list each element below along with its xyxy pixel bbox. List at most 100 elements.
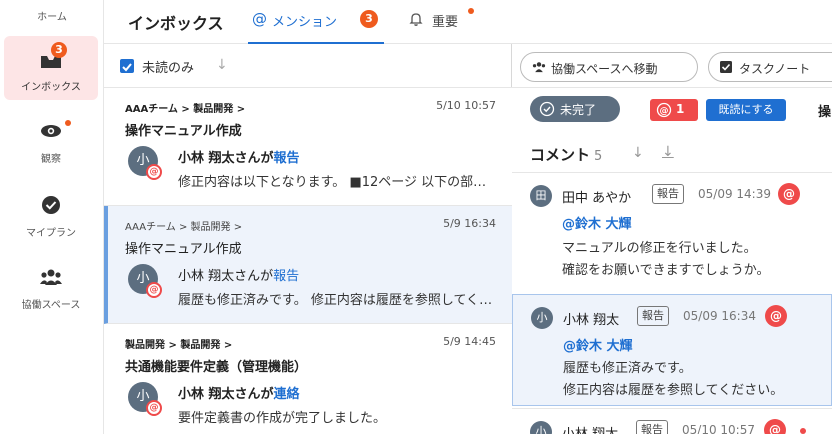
eye-icon bbox=[39, 120, 71, 142]
item-date: 5/9 16:34 bbox=[443, 217, 496, 230]
comment-tag: 報告 bbox=[637, 306, 669, 326]
comment-author: 小林 翔太 bbox=[562, 423, 618, 434]
svg-text:@: @ bbox=[660, 106, 669, 116]
check-circle-icon bbox=[539, 101, 555, 117]
comment-tag: 報告 bbox=[636, 420, 668, 434]
comment-mention[interactable]: @鈴木 大輝 bbox=[563, 335, 633, 354]
item-body: 履歴も修正済みです。 修正内容は履歴を参照してください。 bbox=[178, 293, 498, 308]
mention-count-badge[interactable]: @ 1 bbox=[650, 99, 698, 121]
avatar: 小 bbox=[531, 307, 553, 329]
mention-count: 1 bbox=[676, 102, 685, 116]
page-title: インボックス bbox=[128, 14, 224, 33]
comment-item[interactable]: 田 田中 あやか 報告 05/09 14:39 @ @鈴木 大輝 マニュアルの修… bbox=[512, 172, 832, 292]
item-sender: 小林 翔太さんが bbox=[178, 151, 274, 166]
comment-item[interactable]: 小 小林 翔太 報告 05/09 16:34 @ @鈴木 大輝 履歴も修正済みで… bbox=[512, 294, 832, 406]
comment-time: 05/10 10:57 bbox=[682, 423, 755, 434]
item-path: 製品開発 > 製品開発 > bbox=[125, 340, 233, 351]
comment-time: 05/09 16:34 bbox=[683, 309, 756, 323]
inbox-list: 未読のみ ↓ AAAチーム > 製品開発 > 5/10 10:57 操作マニュア… bbox=[104, 44, 512, 434]
nav-item-label: マイプラン bbox=[26, 228, 76, 239]
detail-toolbar: 協働スペースへ移動 タスクノート bbox=[512, 44, 832, 88]
status-pill[interactable]: 未完了 bbox=[530, 96, 620, 122]
comments-header: コメント 5 bbox=[530, 144, 602, 165]
nav-item-collab[interactable]: 協働スペース bbox=[4, 254, 98, 318]
tasknote-button[interactable]: タスクノート bbox=[708, 52, 832, 82]
checkbox-icon bbox=[719, 60, 735, 74]
inbox-item[interactable]: 製品開発 > 製品開発 > 5/9 14:45 共通機能要件定義（管理機能） 小… bbox=[104, 324, 512, 434]
item-body: 要件定義書の作成が完了しました。 bbox=[178, 411, 387, 426]
unread-dot bbox=[800, 428, 806, 434]
operation-label[interactable]: 操 bbox=[818, 101, 831, 120]
nav-item-myplan[interactable]: マイプラン bbox=[4, 182, 98, 246]
inbox-item[interactable]: AAAチーム > 製品開発 > 5/9 16:34 操作マニュアル作成 小 @ … bbox=[104, 206, 512, 324]
item-kind: 連絡 bbox=[273, 387, 300, 402]
sort-arrow-icon[interactable]: ↓ bbox=[632, 145, 644, 161]
comment-time: 05/09 14:39 bbox=[698, 187, 771, 201]
tasknote-label: タスクノート bbox=[739, 62, 811, 76]
status-row: 未完了 @ 1 既読にする 操 bbox=[512, 88, 832, 132]
item-sender: 小林 翔太さんが bbox=[178, 387, 274, 402]
unread-only-checkbox[interactable] bbox=[120, 59, 134, 73]
item-title: 操作マニュアル作成 bbox=[125, 124, 242, 139]
bell-icon bbox=[408, 11, 424, 27]
nav-item-label: インボックス bbox=[21, 82, 81, 93]
status-label: 未完了 bbox=[560, 103, 597, 117]
avatar: 小 bbox=[530, 421, 552, 434]
tab-important-dot bbox=[468, 8, 474, 14]
item-kind: 報告 bbox=[273, 151, 300, 166]
comments-count: 5 bbox=[594, 149, 603, 164]
item-who: 小林 翔太さんが連絡 bbox=[178, 383, 300, 402]
comment-author: 田中 あやか bbox=[562, 191, 632, 206]
item-path: AAAチーム > 製品開発 > bbox=[125, 222, 243, 233]
mark-read-button[interactable]: 既読にする bbox=[706, 99, 786, 121]
sort-arrow-icon[interactable]: ↓ bbox=[216, 57, 228, 73]
group-icon bbox=[39, 266, 63, 288]
tab-mention-badge: 3 bbox=[360, 10, 378, 28]
comment-tag: 報告 bbox=[652, 184, 684, 204]
comment-mention[interactable]: @鈴木 大輝 bbox=[562, 213, 632, 232]
nav-home-label[interactable]: ホーム bbox=[0, 8, 104, 23]
nav-observe-dot bbox=[65, 120, 71, 126]
tab-label: 重要 bbox=[432, 15, 459, 30]
item-title: 操作マニュアル作成 bbox=[125, 242, 242, 257]
move-to-collab-button[interactable]: 協働スペースへ移動 bbox=[520, 52, 698, 82]
nav-inbox-badge: 3 bbox=[51, 42, 67, 58]
comment-line: 履歴も修正済みです。 bbox=[563, 361, 692, 376]
mention-at-icon: @ bbox=[146, 400, 162, 416]
inbox-item[interactable]: AAAチーム > 製品開発 > 5/10 10:57 操作マニュアル作成 小 @… bbox=[104, 88, 512, 206]
comment-item[interactable]: 小 小林 翔太 報告 05/10 10:57 @ bbox=[512, 408, 832, 434]
item-path: AAAチーム > 製品開発 > bbox=[125, 104, 246, 115]
item-who: 小林 翔太さんが報告 bbox=[178, 265, 299, 284]
mention-at-icon: @ bbox=[146, 164, 162, 180]
left-nav: ホーム 3 インボックス 観察 マイプラン 協働スペース bbox=[0, 0, 104, 434]
item-sender: 小林 翔太さんが bbox=[178, 269, 274, 284]
item-kind: 報告 bbox=[273, 269, 300, 284]
at-icon: @ bbox=[252, 10, 267, 28]
item-who: 小林 翔太さんが報告 bbox=[178, 147, 300, 166]
mention-at-icon: @ bbox=[764, 419, 786, 434]
item-body: 修正内容は以下となります。 ■12ページ 以下の部分を修正しました bbox=[178, 175, 498, 190]
comment-line: 修正内容は履歴を参照してください。 bbox=[563, 383, 784, 398]
item-title: 共通機能要件定義（管理機能） bbox=[125, 360, 308, 375]
sort-bottom-icon[interactable]: ↓ bbox=[662, 144, 674, 160]
move-to-collab-label: 協働スペースへ移動 bbox=[551, 62, 658, 76]
group-icon bbox=[531, 60, 547, 74]
nav-item-label: 協働スペース bbox=[21, 300, 81, 311]
nav-item-inbox[interactable]: 3 インボックス bbox=[4, 36, 98, 100]
item-date: 5/9 14:45 bbox=[443, 335, 496, 348]
detail-pane: 協働スペースへ移動 タスクノート 未完了 @ 1 既読にする 操 コメント 5 ↓… bbox=[512, 44, 832, 434]
at-icon: @ bbox=[656, 102, 672, 118]
unread-only-label[interactable]: 未読のみ bbox=[142, 57, 194, 76]
inbox-header: インボックス @ メンション 3 重要 bbox=[104, 0, 832, 44]
nav-item-observe[interactable]: 観察 bbox=[4, 108, 98, 172]
nav-item-label: 観察 bbox=[41, 154, 61, 165]
comments-title: コメント bbox=[530, 146, 591, 164]
comment-line: 確認をお願いできますでしょうか。 bbox=[562, 263, 770, 278]
filter-bar: 未読のみ ↓ bbox=[104, 44, 512, 88]
inbox-icon: 3 bbox=[39, 42, 67, 70]
check-circle-icon bbox=[39, 194, 63, 216]
tab-label: メンション bbox=[272, 15, 338, 30]
comment-line: マニュアルの修正を行いました。 bbox=[562, 241, 757, 256]
mention-at-icon: @ bbox=[778, 183, 800, 205]
item-date: 5/10 10:57 bbox=[436, 99, 496, 112]
